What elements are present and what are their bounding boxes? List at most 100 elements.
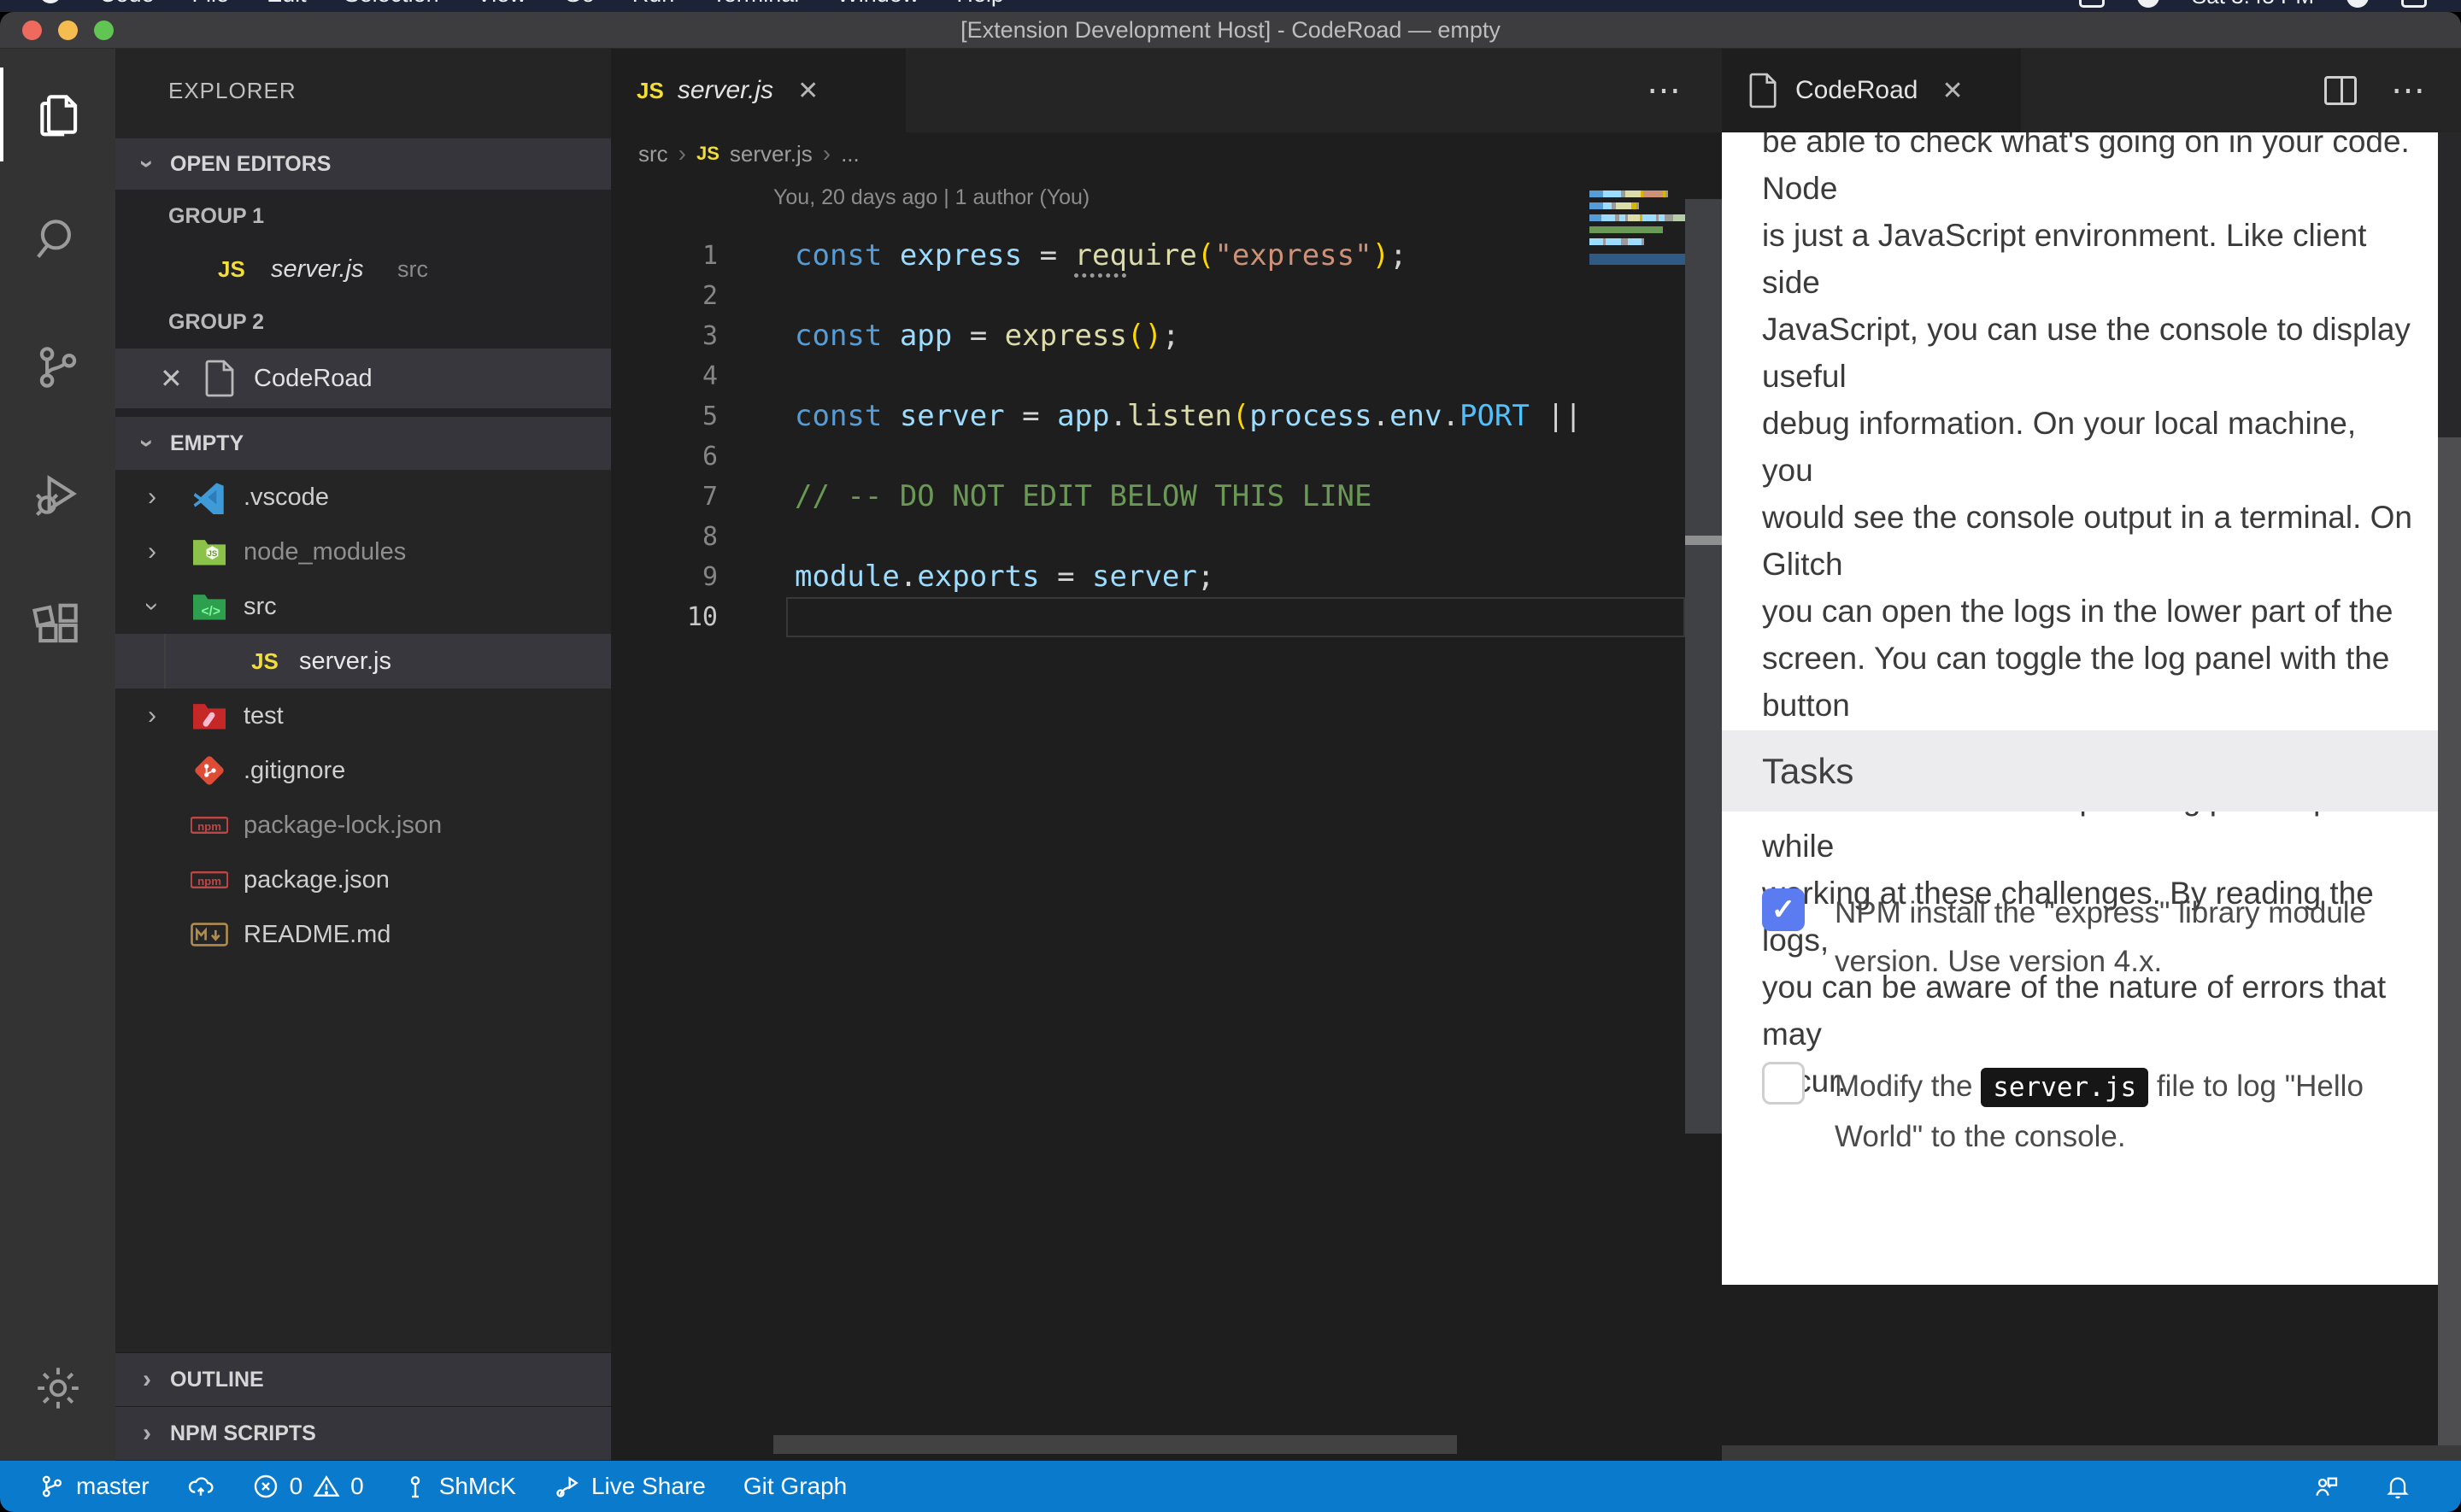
close-tab-icon[interactable]: ✕ [797,76,819,106]
npm-scripts-label: NPM SCRIPTS [170,1421,316,1446]
git-branch-status[interactable]: master [38,1473,150,1500]
run-debug-activity-icon[interactable] [0,447,115,541]
breadcrumb-folder[interactable]: src [638,141,668,167]
minimap[interactable] [1589,190,1685,261]
open-editor-coderoad[interactable]: ✕ CodeRoad [115,349,611,408]
chevron-down-icon: › [136,432,158,454]
codelens-annotation[interactable]: You, 20 days ago | 1 author (You) [773,185,1090,210]
apple-menu-icon[interactable] [39,0,62,3]
activity-bar [0,49,115,1461]
outline-section-header[interactable]: › OUTLINE [115,1352,611,1406]
npm-scripts-section-header[interactable]: › NPM SCRIPTS [115,1406,611,1460]
error-icon [252,1473,279,1500]
git-graph-button[interactable]: Git Graph [743,1473,847,1500]
code-line-7[interactable]: // -- DO NOT EDIT BELOW THIS LINE [795,477,1722,517]
code-line-3[interactable]: const app = express(); [795,316,1722,356]
feedback-icon[interactable] [2312,1473,2340,1500]
menu-item-file[interactable]: File [192,0,230,8]
menu-item-selection[interactable]: Selection [344,0,439,8]
menu-item-help[interactable]: Help [956,0,1004,8]
code-line-1[interactable]: const express = require("express"); [795,236,1722,276]
code-line-4[interactable] [795,356,1722,396]
tab-coderoad[interactable]: CodeRoad ✕ [1722,49,2021,132]
task-checkbox-unchecked[interactable] [1762,1062,1805,1105]
tree-item-readme-md[interactable]: README.md [115,907,611,962]
macos-menu-bar[interactable]: Code File Edit Selection View Go Run Terminal Wi… [0,0,2461,12]
task-item: Modify the server.js file to log "Hello … [1762,1062,2364,1161]
tree-item--vscode[interactable]: ›.vscode [115,470,611,525]
task-checkbox-checked[interactable]: ✓ [1762,888,1805,931]
open-editor-server-js[interactable]: JS server.js src [115,243,611,296]
chevron-right-icon: › [678,140,686,167]
tree-item-server-js[interactable]: JSserver.js [115,634,611,689]
more-actions-icon[interactable]: ⋯ [2391,71,2425,110]
tree-item-label: src [244,593,277,621]
menu-status-items[interactable]: Sat 3:45 PM [2079,0,2427,9]
tree-item-package-json[interactable]: npmpackage.json [115,853,611,907]
minimap-line [1589,238,1685,245]
code-content[interactable]: const express = require("express"); cons… [795,236,1722,637]
extensions-activity-icon[interactable] [0,578,115,672]
user-account-status[interactable]: ShMcK [402,1473,516,1500]
source-control-activity-icon[interactable] [0,320,115,414]
minimap-line [1589,202,1685,209]
tab-server-js[interactable]: JS server.js ✕ [611,49,906,132]
settings-gear-icon[interactable] [0,1341,115,1435]
explorer-activity-icon[interactable] [0,67,115,161]
git-graph-label: Git Graph [743,1473,847,1500]
tree-item--gitignore[interactable]: .gitignore [115,743,611,798]
git-branch-icon [38,1473,66,1500]
vscode-icon [192,480,226,514]
code-line-2[interactable] [795,276,1722,316]
tree-item-src[interactable]: ›</>src [115,579,611,634]
tree-item-node-modules[interactable]: ›JSnode_modules [115,525,611,579]
chevron-icon: › [141,595,163,618]
problems-status[interactable]: 0 0 [252,1473,364,1500]
js-file-icon: JS [696,143,720,165]
workbench: EXPLORER › OPEN EDITORS GROUP 1 JS serve… [0,49,2461,1461]
code-line-8[interactable] [795,517,1722,557]
menu-item-run[interactable]: Run [632,0,675,8]
lesson-text-line: JavaScript, you can use the console to d… [1762,306,2414,400]
more-actions-icon[interactable]: ⋯ [1647,71,1681,110]
editor-vertical-scrollbar[interactable] [1685,132,1722,1461]
menu-item-go[interactable]: Go [564,0,595,8]
title-bar[interactable]: [Extension Development Host] - CodeRoad … [0,12,2461,49]
open-editor-label: server.js [271,255,364,284]
webview-scrollbar[interactable] [2438,132,2461,1445]
menu-item-edit[interactable]: Edit [267,0,307,8]
tree-item-test[interactable]: ›test [115,689,611,743]
editor-horizontal-scrollbar[interactable] [773,1435,1457,1454]
tree-item-package-lock-json[interactable]: npmpackage-lock.json [115,798,611,853]
breadcrumb[interactable]: src › JS server.js › ... [611,132,860,175]
open-editor-label: CodeRoad [254,365,373,393]
js-file-icon: JS [637,78,664,104]
menu-item-view[interactable]: View [477,0,526,8]
breadcrumb-file[interactable]: server.js [730,141,813,167]
open-editors-list: GROUP 1 JS server.js src GROUP 2 ✕ CodeR… [115,190,611,417]
close-icon[interactable]: ✕ [160,362,183,395]
open-editors-header[interactable]: › OPEN EDITORS [115,138,611,190]
code-line-9[interactable]: module.exports = server; [795,557,1722,597]
close-tab-icon[interactable]: ✕ [1941,76,1963,106]
sync-changes-button[interactable] [187,1473,214,1500]
menu-items[interactable]: Code File Edit Selection View Go Run Terminal Wi… [39,0,1004,8]
minimap-current-line [1589,254,1685,265]
tasks-section-header: Tasks [1722,730,2438,812]
menu-item-window[interactable]: Window [837,0,919,8]
chevron-icon: › [141,486,163,508]
code-line-6[interactable] [795,437,1722,477]
search-activity-icon[interactable] [0,192,115,286]
live-share-button[interactable]: Live Share [554,1473,706,1500]
breadcrumb-symbol[interactable]: ... [841,141,860,167]
menu-item-code[interactable]: Code [99,0,155,8]
code-line-5[interactable]: const server = app.listen(process.env.PO… [795,396,1722,437]
folder-section-header[interactable]: › EMPTY [115,417,611,470]
scrollbar-thumb[interactable] [1685,199,1722,1134]
notifications-bell-icon[interactable] [2384,1473,2411,1500]
task-text: Modify the server.js file to log "Hello … [1835,1062,2364,1161]
menu-item-terminal[interactable]: Terminal [712,0,799,8]
split-editor-icon[interactable] [2324,76,2357,105]
scrollbar-thumb[interactable] [2438,437,2461,1445]
file-icon [205,360,236,397]
